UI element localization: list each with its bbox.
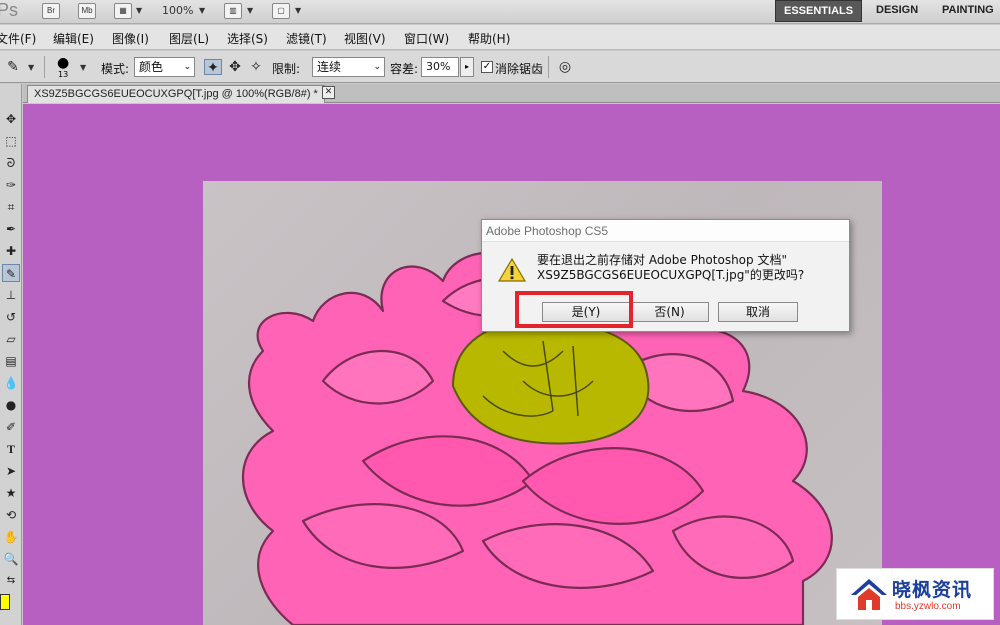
healing-brush-tool-icon[interactable]: ✚ xyxy=(2,242,20,260)
zoom-level[interactable]: 100% xyxy=(162,4,193,17)
history-brush-tool-icon[interactable]: ↺ xyxy=(2,308,20,326)
view-extras-button[interactable]: ▦ xyxy=(114,3,132,19)
hand-tool-icon[interactable]: ✋ xyxy=(2,528,20,546)
marquee-tool-icon[interactable]: ⬚ xyxy=(2,132,20,150)
lasso-tool-icon[interactable]: ᘐ xyxy=(2,154,20,172)
menu-bar: 文件(F) 编辑(E) 图像(I) 图层(L) 选择(S) 滤镜(T) 视图(V… xyxy=(0,25,1000,50)
bridge-button[interactable]: Br xyxy=(42,3,60,19)
limits-value: 连续 xyxy=(317,60,342,74)
sampling-background-swatch-icon[interactable]: ✧ xyxy=(247,59,265,75)
document-tab[interactable]: XS9Z5BGCGS6EUEOCUXGPQ[T.jpg @ 100%(RGB/8… xyxy=(27,85,325,103)
mode-select[interactable]: 颜色 ⌄ xyxy=(134,57,195,77)
foreground-color-swatch[interactable] xyxy=(0,594,10,610)
menu-view[interactable]: 视图(V) xyxy=(344,30,386,47)
tolerance-input[interactable]: 30% xyxy=(421,57,459,77)
chevron-down-icon[interactable]: ▼ xyxy=(199,6,205,15)
dialog-title: Adobe Photoshop CS5 xyxy=(486,224,609,238)
tolerance-slider-button[interactable]: ▸ xyxy=(460,57,474,77)
workspace-design[interactable]: DESIGN xyxy=(868,0,926,22)
3d-rotate-tool-icon[interactable]: ⟲ xyxy=(2,506,20,524)
brush-tip-icon[interactable]: ● xyxy=(57,55,69,71)
sampling-once-icon[interactable]: ✥ xyxy=(226,59,244,75)
close-icon[interactable]: ✕ xyxy=(322,86,335,99)
warning-icon xyxy=(498,257,526,282)
document-tab-bar: XS9Z5BGCGS6EUEOCUXGPQ[T.jpg @ 100%(RGB/8… xyxy=(23,84,1000,103)
limits-label: 限制: xyxy=(272,62,301,76)
path-selection-tool-icon[interactable]: ➤ xyxy=(2,462,20,480)
tools-panel: ✥ ⬚ ᘐ ✑ ⌗ ✒ ✚ ✎ ⊥ ↺ ▱ ▤ 💧 ● ✐ T ➤ ★ ⟲ ✋ … xyxy=(0,84,22,625)
chevron-down-icon[interactable]: ▼ xyxy=(80,63,86,72)
workspace-essentials[interactable]: ESSENTIALS xyxy=(775,0,863,22)
chevron-down-icon[interactable]: ▼ xyxy=(247,6,253,15)
menu-help[interactable]: 帮助(H) xyxy=(468,30,510,47)
eraser-tool-icon[interactable]: ▱ xyxy=(2,330,20,348)
limits-select[interactable]: 连续 ⌄ xyxy=(312,57,385,77)
watermark-url: bbs.yzwlo.com xyxy=(895,601,961,612)
separator xyxy=(548,56,549,78)
crop-tool-icon[interactable]: ⌗ xyxy=(2,198,20,216)
menu-select[interactable]: 选择(S) xyxy=(227,30,268,47)
clone-stamp-tool-icon[interactable]: ⊥ xyxy=(2,286,20,304)
options-bar: ✎ ▼ ● 13 ▼ 模式: 颜色 ⌄ ✦ ✥ ✧ 限制: 连续 ⌄ 容差: 30%… xyxy=(0,51,1000,83)
arrange-documents-button[interactable]: ▥ xyxy=(224,3,242,19)
move-tool-icon[interactable]: ✥ xyxy=(2,110,20,128)
chevron-down-icon[interactable]: ▼ xyxy=(136,6,142,15)
flower-center xyxy=(451,319,650,445)
dodge-tool-icon[interactable]: ● xyxy=(2,396,20,414)
dialog-titlebar[interactable]: Adobe Photoshop CS5 xyxy=(482,220,849,242)
screen-mode-button[interactable]: ▢ xyxy=(272,3,290,19)
dialog-message-line1: 要在退出之前存储对 Adobe Photoshop 文档" xyxy=(537,253,787,267)
antialias-checkbox[interactable]: ✓ xyxy=(481,61,493,73)
pen-tool-icon[interactable]: ✐ xyxy=(2,418,20,436)
application-bar: Ps Br Mb ▦ ▼ 100% ▼ ▥ ▼ ▢ ▼ ESSENTIALS D… xyxy=(0,0,1000,24)
antialias-label: 消除锯齿 xyxy=(495,62,544,76)
tolerance-label: 容差: xyxy=(390,62,419,76)
mode-value: 颜色 xyxy=(139,60,164,74)
menu-edit[interactable]: 编辑(E) xyxy=(53,30,94,47)
type-tool-icon[interactable]: T xyxy=(2,440,20,458)
dialog-message-line2: XS9Z5BGCGS6EUEOCUXGPQ[T.jpg"的更改吗? xyxy=(537,268,805,282)
no-button[interactable]: 否(N) xyxy=(630,302,709,322)
workspace-painting[interactable]: PAINTING xyxy=(934,0,1000,22)
color-replacement-tool-icon[interactable]: ✎ xyxy=(2,264,20,282)
watermark-title: 晓枫资讯 xyxy=(892,579,973,601)
dialog-message: 要在退出之前存储对 Adobe Photoshop 文档" XS9Z5BGCGS… xyxy=(537,253,804,283)
quick-selection-tool-icon[interactable]: ✑ xyxy=(2,176,20,194)
cancel-button[interactable]: 取消 xyxy=(718,302,798,322)
tablet-pressure-icon[interactable]: ◎ xyxy=(556,59,574,75)
brush-size: 13 xyxy=(58,70,69,79)
chevron-down-icon: ⌄ xyxy=(373,62,381,72)
sampling-continuous-icon[interactable]: ✦ xyxy=(204,59,222,76)
blur-tool-icon[interactable]: 💧 xyxy=(2,374,20,392)
site-watermark: 晓枫资讯 bbs.yzwlo.com xyxy=(836,568,994,620)
menu-layer[interactable]: 图层(L) xyxy=(169,30,209,47)
chevron-down-icon: ⌄ xyxy=(183,62,191,72)
chevron-down-icon[interactable]: ▼ xyxy=(28,63,34,72)
shape-tool-icon[interactable]: ★ xyxy=(2,484,20,502)
menu-filter[interactable]: 滤镜(T) xyxy=(286,30,327,47)
house-logo-icon xyxy=(851,579,887,610)
highlight-annotation-box xyxy=(515,291,633,328)
color-replacement-tool-icon[interactable]: ✎ xyxy=(4,59,22,75)
eyedropper-tool-icon[interactable]: ✒ xyxy=(2,220,20,238)
chevron-down-icon[interactable]: ▼ xyxy=(295,6,301,15)
minibridge-button[interactable]: Mb xyxy=(78,3,96,19)
separator xyxy=(44,56,45,78)
swap-colors-icon[interactable]: ⇆ xyxy=(2,572,20,590)
menu-window[interactable]: 窗口(W) xyxy=(404,30,449,47)
menu-image[interactable]: 图像(I) xyxy=(112,30,149,47)
menu-file[interactable]: 文件(F) xyxy=(0,30,36,47)
zoom-tool-icon[interactable]: 🔍 xyxy=(2,550,20,568)
photoshop-logo: Ps xyxy=(0,0,19,20)
gradient-tool-icon[interactable]: ▤ xyxy=(2,352,20,370)
mode-label: 模式: xyxy=(101,62,130,76)
